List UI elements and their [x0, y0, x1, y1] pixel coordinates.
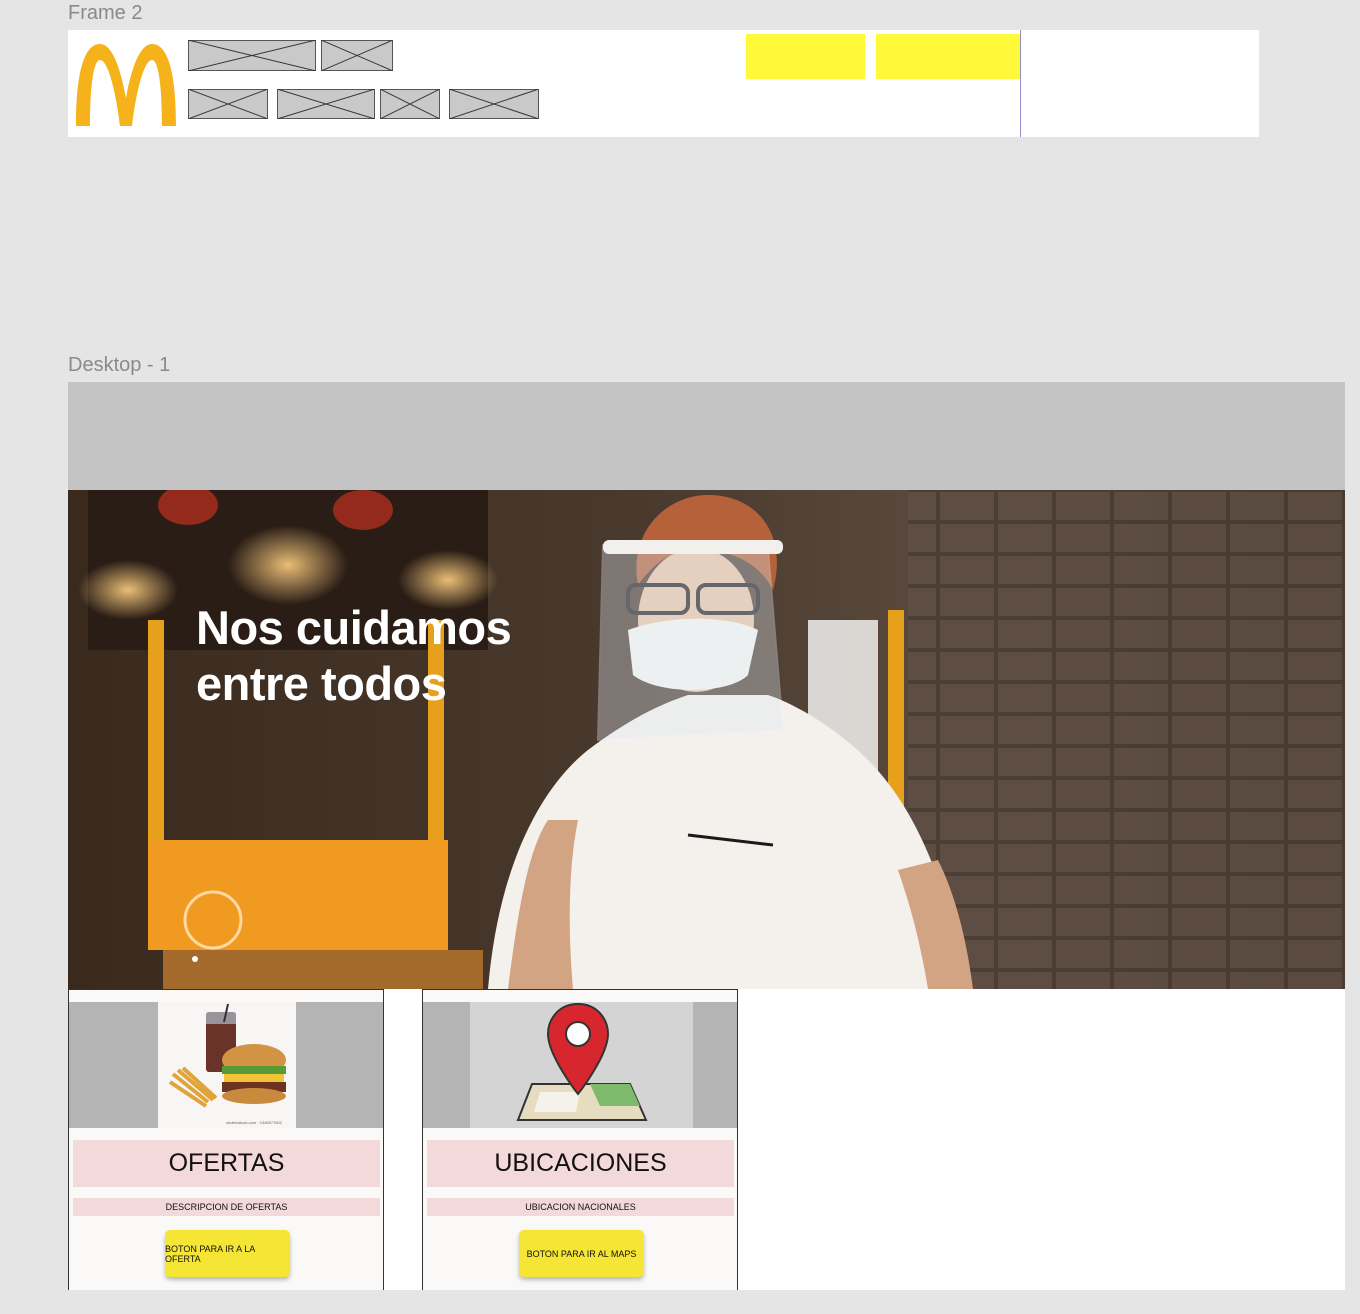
nav-placeholder-6[interactable]	[449, 89, 539, 119]
card-ofertas: shutterstock.com · 1348977602 OFERTAS DE…	[68, 989, 384, 1290]
hero-banner: Nos cuidamos entre todos	[68, 490, 1345, 989]
maps-button[interactable]: BOTON PARA IR AL MAPS	[519, 1230, 644, 1277]
hero-photo	[68, 490, 1345, 989]
frame-2-label: Frame 2	[68, 2, 143, 24]
nav-placeholder-2[interactable]	[321, 40, 393, 71]
golden-arches-icon[interactable]	[74, 40, 178, 128]
ofertas-button[interactable]: BOTON PARA IR A LA OFERTA	[165, 1230, 290, 1277]
nav-placeholder-3[interactable]	[188, 89, 268, 119]
divider-line	[1020, 30, 1021, 137]
map-pin-icon	[470, 1002, 693, 1128]
card-description: DESCRIPCION DE OFERTAS	[73, 1198, 380, 1216]
frame-2-navbar	[68, 30, 1259, 137]
image-caption: shutterstock.com · 1348977602	[225, 1120, 283, 1125]
desktop-1-label: Desktop - 1	[68, 354, 171, 376]
card-ubicaciones: UBICACIONES UBICACION NACIONALES BOTON P…	[422, 989, 738, 1290]
card-title: UBICACIONES	[427, 1140, 734, 1187]
carousel-dot[interactable]	[192, 956, 198, 962]
nav-placeholder-4[interactable]	[277, 89, 375, 119]
header-placeholder	[68, 382, 1345, 490]
burger-fries-drink-icon	[158, 1002, 296, 1128]
card-description: UBICACION NACIONALES	[427, 1198, 734, 1216]
card-title: OFERTAS	[73, 1140, 380, 1187]
yellow-button-1[interactable]	[746, 34, 865, 79]
hero-title: Nos cuidamos entre todos	[196, 601, 512, 710]
yellow-button-2[interactable]	[876, 34, 1021, 79]
nav-placeholder-1[interactable]	[188, 40, 316, 71]
desktop-frame: Nos cuidamos entre todos shutterstock.co…	[68, 382, 1345, 1290]
nav-placeholder-5[interactable]	[380, 89, 440, 119]
